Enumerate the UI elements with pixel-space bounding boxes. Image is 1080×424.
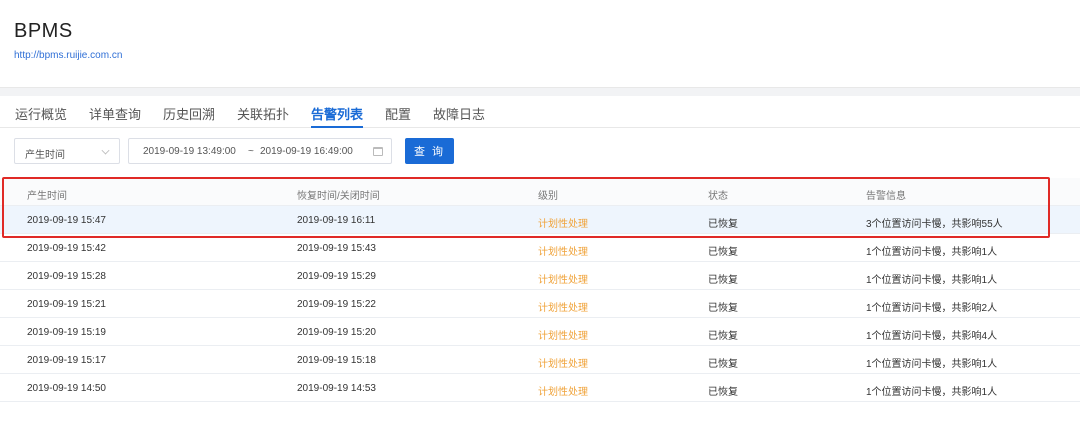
cell-end-time: 2019-09-19 15:20 [297,327,376,338]
cell-level: 计划性处理 [538,275,588,286]
cell-status: 已恢复 [708,275,738,286]
app-header: BPMS http://bpms.ruijie.com.cn [0,0,1080,88]
cell-level: 计划性处理 [538,387,588,398]
column-header-level[interactable]: 级别 [538,187,558,202]
tab-history[interactable]: 历史回溯 [163,104,215,128]
tab-config[interactable]: 配置 [385,104,411,128]
cell-info: 1个位置访问卡慢，共影响2人 [866,303,998,314]
cell-start-time: 2019-09-19 15:21 [27,299,106,310]
cell-start-time: 2019-09-19 15:19 [27,327,106,338]
table-row[interactable]: 2019-09-19 15:47 2019-09-19 16:11 计划性处理 已恢复… [0,206,1080,234]
cell-start-time: 2019-09-19 15:17 [27,355,106,366]
cell-status: 已恢复 [708,303,738,314]
date-end: 2019-09-19 16:49:00 [260,146,353,157]
cell-info: 1个位置访问卡慢，共影响1人 [866,247,998,258]
cell-status: 已恢复 [708,331,738,342]
cell-start-time: 2019-09-19 15:28 [27,271,106,282]
column-header-info[interactable]: 告警信息 [866,187,906,202]
cell-level: 计划性处理 [538,359,588,370]
cell-end-time: 2019-09-19 15:22 [297,299,376,310]
app-url[interactable]: http://bpms.ruijie.com.cn [14,50,122,61]
date-range-picker[interactable]: 2019-09-19 13:49:00 ~ 2019-09-19 16:49:0… [128,138,392,164]
tab-alarm-list[interactable]: 告警列表 [311,104,364,128]
cell-end-time: 2019-09-19 15:29 [297,271,376,282]
tab-overview[interactable]: 运行概览 [15,104,67,128]
cell-level: 计划性处理 [538,303,588,314]
tab-fault-log[interactable]: 故障日志 [433,104,485,128]
cell-level: 计划性处理 [538,247,588,258]
cell-start-time: 2019-09-19 15:42 [27,243,106,254]
cell-status: 已恢复 [708,387,738,398]
cell-status: 已恢复 [708,247,738,258]
cell-end-time: 2019-09-19 14:53 [297,383,376,394]
alarm-table: 产生时间 恢复时间/关闭时间 级别 状态 告警信息 2019-09-19 15:… [0,178,1080,402]
cell-end-time: 2019-09-19 16:11 [297,215,376,226]
tab-detail-query[interactable]: 详单查询 [89,104,141,128]
filter-bar: 产生时间 2019-09-19 13:49:00 ~ 2019-09-19 16… [0,138,1080,166]
cell-info: 1个位置访问卡慢，共影响4人 [866,331,998,342]
app-title: BPMS [14,20,73,42]
time-type-select[interactable]: 产生时间 [14,138,120,164]
tab-topology[interactable]: 关联拓扑 [237,104,289,128]
query-button[interactable]: 查 询 [405,138,454,164]
cell-info: 3个位置访问卡慢，共影响55人 [866,219,1003,230]
cell-level: 计划性处理 [538,331,588,342]
cell-status: 已恢复 [708,219,738,230]
table-row[interactable]: 2019-09-19 15:19 2019-09-19 15:20 计划性处理 已恢复… [0,318,1080,346]
table-row[interactable]: 2019-09-19 14:50 2019-09-19 14:53 计划性处理 已恢复… [0,374,1080,402]
cell-level: 计划性处理 [538,219,588,230]
column-header-end-time[interactable]: 恢复时间/关闭时间 [297,187,380,202]
column-header-status[interactable]: 状态 [708,187,728,202]
cell-info: 1个位置访问卡慢，共影响1人 [866,359,998,370]
cell-status: 已恢复 [708,359,738,370]
time-type-value: 产生时间 [25,150,65,161]
table-body: 2019-09-19 15:47 2019-09-19 16:11 计划性处理 已恢复… [0,206,1080,402]
cell-end-time: 2019-09-19 15:43 [297,243,376,254]
table-row[interactable]: 2019-09-19 15:42 2019-09-19 15:43 计划性处理 已恢复… [0,234,1080,262]
chevron-down-icon [101,146,110,155]
tab-bar: 运行概览 详单查询 历史回溯 关联拓扑 告警列表 配置 故障日志 [0,96,1080,128]
cell-info: 1个位置访问卡慢，共影响1人 [866,275,998,286]
cell-end-time: 2019-09-19 15:18 [297,355,376,366]
date-start: 2019-09-19 13:49:00 [143,146,236,157]
calendar-icon [373,147,383,156]
cell-start-time: 2019-09-19 15:47 [27,215,106,226]
table-row[interactable]: 2019-09-19 15:28 2019-09-19 15:29 计划性处理 已恢复… [0,262,1080,290]
cell-start-time: 2019-09-19 14:50 [27,383,106,394]
table-header: 产生时间 恢复时间/关闭时间 级别 状态 告警信息 [0,178,1080,206]
date-separator: ~ [248,146,254,157]
column-header-start-time[interactable]: 产生时间 [27,187,67,202]
cell-info: 1个位置访问卡慢，共影响1人 [866,387,998,398]
table-row[interactable]: 2019-09-19 15:17 2019-09-19 15:18 计划性处理 已恢复… [0,346,1080,374]
table-row[interactable]: 2019-09-19 15:21 2019-09-19 15:22 计划性处理 已恢复… [0,290,1080,318]
main-content: 运行概览 详单查询 历史回溯 关联拓扑 告警列表 配置 故障日志 产生时间 20… [0,96,1080,424]
